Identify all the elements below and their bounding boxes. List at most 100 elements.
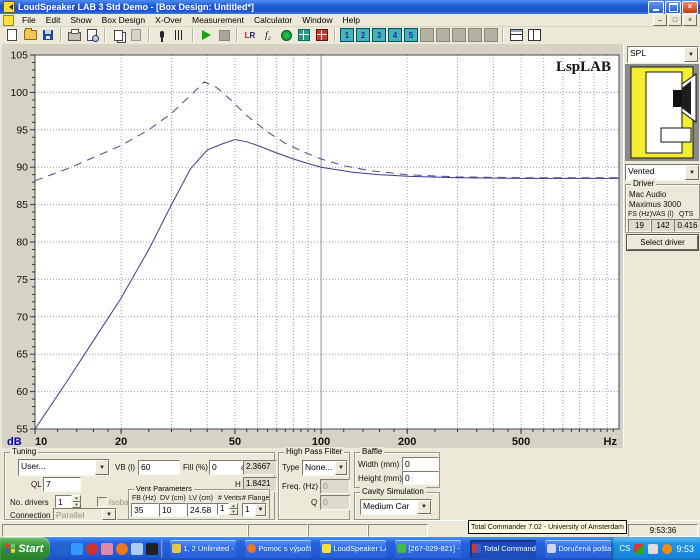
no-drivers-stepper[interactable]: 1 ▲ ▼ [55, 495, 81, 508]
paste-icon-disabled [131, 29, 141, 41]
tuning-group-title: Tuning [10, 447, 39, 457]
flange-select[interactable]: 1 ▼ [242, 503, 267, 517]
save-button[interactable] [40, 28, 56, 43]
preset-button-5[interactable]: 5 [404, 28, 418, 42]
no-drivers-value[interactable]: 1 [55, 495, 72, 508]
restore-button[interactable] [665, 0, 681, 14]
chevron-down-icon[interactable]: ▼ [335, 461, 347, 475]
side-panel: SPL ▼ Vented ▼ Driver Mac Audio Maximus … [623, 44, 700, 448]
menu-xover[interactable]: X-Over [150, 15, 187, 25]
preset-button-4[interactable]: 4 [388, 28, 402, 42]
menu-measurement[interactable]: Measurement [187, 15, 249, 25]
select-driver-button[interactable]: Select driver [626, 234, 699, 251]
task-267[interactable]: [267-029-821] - ... [395, 539, 462, 558]
preset-button-2[interactable]: 2 [356, 28, 370, 42]
quicklaunch-icon-7[interactable] [145, 542, 158, 555]
fill-field[interactable]: 0 [209, 460, 243, 475]
cavity-select[interactable]: Medium Car ▼ [360, 499, 432, 515]
connection-value: Parallel [54, 509, 102, 520]
quicklaunch-icon-3[interactable] [85, 542, 98, 555]
copy-button[interactable] [110, 28, 126, 43]
quicklaunch-icon-2[interactable] [70, 542, 83, 555]
fb-col-label: FB (Hz) [132, 495, 157, 502]
quicklaunch-icon-1[interactable] [55, 542, 68, 555]
vb-field[interactable]: 60 [138, 460, 180, 475]
new-button[interactable] [4, 28, 20, 43]
preset-button-3[interactable]: 3 [372, 28, 386, 42]
keyboard-layout-indicator[interactable]: CS [619, 544, 630, 553]
alpha-value: 2.3667 [243, 460, 277, 475]
tray-icon-3[interactable] [662, 543, 673, 554]
vb-label: VB (l) [115, 463, 135, 472]
menu-calculator[interactable]: Calculator [249, 15, 297, 25]
task-loudspeaker-lab[interactable]: LoudSpeaker LA... [320, 539, 387, 558]
print-preview-button[interactable] [84, 28, 100, 43]
desktop: LoudSpeaker LAB 3 Std Demo - [Box Design… [0, 0, 700, 560]
chevron-down-icon[interactable]: ▼ [684, 47, 698, 62]
tile-vertical-button[interactable] [526, 28, 542, 43]
tray-icon-1[interactable] [634, 543, 645, 554]
fb-field[interactable]: 35 [131, 503, 159, 517]
baffle-width-label: Width (mm) [358, 460, 400, 469]
mdi-close-button[interactable]: × [683, 14, 697, 26]
tuning-mode-select[interactable]: User... ▼ [18, 459, 110, 476]
svg-text:20: 20 [115, 436, 127, 448]
quicklaunch-icon-5[interactable] [115, 542, 128, 555]
baffle-width-field[interactable]: 0 [402, 457, 439, 471]
quicklaunch-icon-4[interactable] [100, 542, 113, 555]
close-button[interactable]: × [682, 0, 698, 14]
lr-measure-button[interactable]: LR [242, 28, 258, 43]
h-label: H [235, 480, 241, 489]
open-button[interactable] [22, 28, 38, 43]
task-inbox[interactable]: Doručená pošta ... [545, 539, 612, 558]
task-total-commander[interactable]: Total Commande... [470, 539, 537, 558]
mixer-button[interactable] [172, 28, 188, 43]
task-buttons: 1, 2 Unlimited - ... Pomoc s výpočte... … [170, 539, 612, 558]
svg-text:90: 90 [16, 162, 28, 174]
stop-button[interactable] [216, 28, 232, 43]
mdi-minimize-button[interactable]: – [653, 14, 667, 26]
stepper-down-icon[interactable]: ▼ [229, 509, 238, 515]
menu-window[interactable]: Window [297, 15, 337, 25]
menu-show[interactable]: Show [65, 15, 96, 25]
baffle-height-label: Height (mm) [358, 474, 403, 483]
tile-horizontal-button[interactable] [508, 28, 524, 43]
task-unlimited[interactable]: 1, 2 Unlimited - ... [170, 539, 237, 558]
vents-stepper[interactable]: 1 ▲ ▼ [217, 503, 238, 515]
tooltip: Total Commander 7.02 - University of Ams… [468, 520, 627, 534]
print-button[interactable] [66, 28, 82, 43]
chevron-down-icon[interactable]: ▼ [685, 165, 699, 180]
chevron-down-icon[interactable]: ▼ [95, 460, 109, 475]
minimize-button[interactable] [648, 0, 664, 14]
vents-value[interactable]: 1 [217, 503, 229, 515]
baffle-height-field[interactable]: 0 [402, 471, 439, 485]
grid-green-button[interactable] [296, 28, 312, 43]
chevron-down-icon[interactable]: ▼ [417, 500, 431, 514]
svg-text:85: 85 [16, 199, 28, 211]
play-button[interactable] [198, 28, 214, 43]
mdi-restore-button[interactable]: □ [668, 14, 682, 26]
preset-button-1[interactable]: 1 [340, 28, 354, 42]
ql-field[interactable]: 7 [43, 477, 81, 492]
isobarik-checkbox[interactable] [97, 497, 107, 507]
lv-field[interactable]: 24.58 [187, 503, 219, 517]
start-button[interactable]: Start [0, 537, 50, 560]
f2-button[interactable]: f₂ [260, 28, 276, 43]
grid-red-button[interactable] [314, 28, 330, 43]
chevron-down-icon[interactable]: ▼ [255, 504, 266, 516]
quicklaunch-icon-6[interactable] [130, 542, 143, 555]
tile-horizontal-icon [509, 29, 523, 41]
task-pomoc[interactable]: Pomoc s výpočte... [245, 539, 312, 558]
view-select[interactable]: SPL ▼ [627, 46, 699, 63]
dv-field[interactable]: 10 [159, 503, 187, 517]
menu-file[interactable]: File [17, 15, 41, 25]
menu-box-design[interactable]: Box Design [97, 15, 150, 25]
menu-edit[interactable]: Edit [41, 15, 66, 25]
hpf-type-select[interactable]: None... ▼ [302, 460, 348, 476]
red-grid-icon [316, 29, 328, 41]
tray-icon-2[interactable] [648, 543, 659, 554]
record-button[interactable] [278, 28, 294, 43]
microphone-button[interactable] [154, 28, 170, 43]
paste-button[interactable] [128, 28, 144, 43]
menu-help[interactable]: Help [338, 15, 365, 25]
